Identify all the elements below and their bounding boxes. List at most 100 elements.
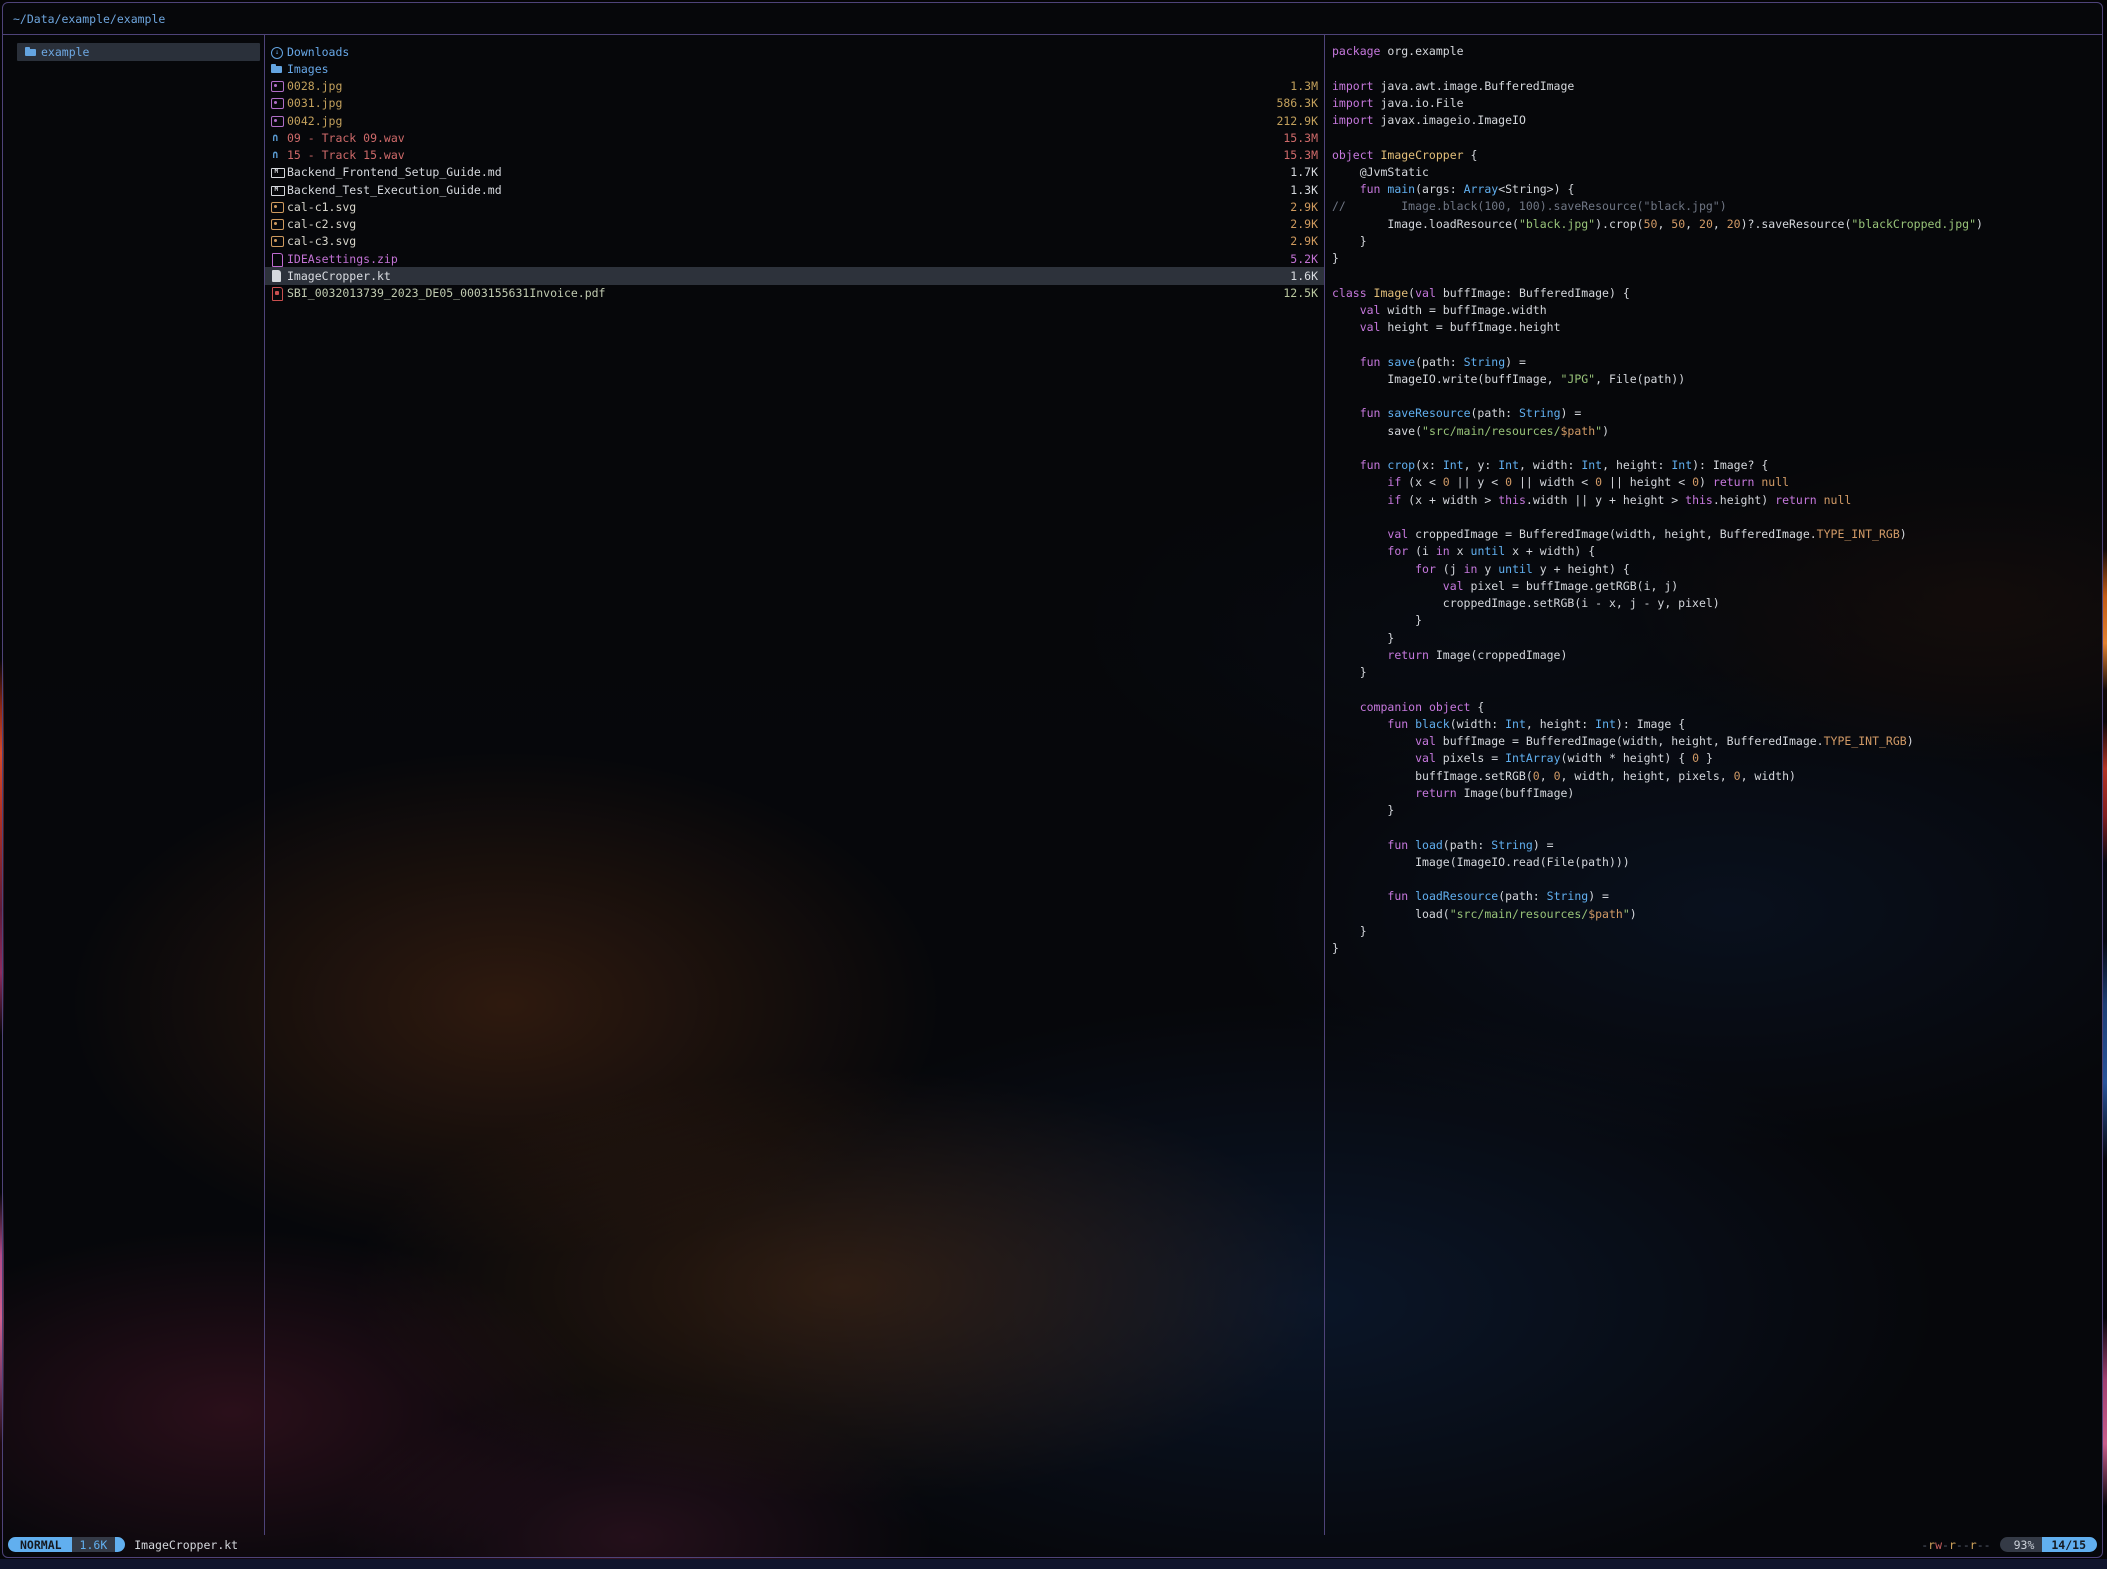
code-line: Image.loadResource("black.jpg").crop(50,… <box>1332 216 2098 233</box>
file-row[interactable]: Backend_Frontend_Setup_Guide.md 1.7K <box>265 164 1324 181</box>
code-line: ImageIO.write(buffImage, "JPG", File(pat… <box>1332 371 2098 388</box>
code-line: } <box>1332 630 2098 647</box>
status-filename: ImageCropper.kt <box>134 1538 238 1552</box>
file-row[interactable]: 15 - Track 15.wav15.3M <box>265 147 1324 164</box>
panes: example DownloadsImages0028.jpg1.3M0031.… <box>3 35 2102 1535</box>
file-name: Backend_Test_Execution_Guide.md <box>287 183 502 197</box>
code-line: companion object { <box>1332 699 2098 716</box>
file-row[interactable]: Images <box>265 60 1324 77</box>
file-name: 15 - Track 15.wav <box>287 148 405 162</box>
code-line <box>1332 871 2098 888</box>
file-name: 0042.jpg <box>287 114 342 128</box>
tree-item-label: example <box>41 45 89 59</box>
code-line: } <box>1332 250 2098 267</box>
file-row[interactable]: Backend_Test_Execution_Guide.md 1.3K <box>265 181 1324 198</box>
code-line: @JvmStatic <box>1332 164 2098 181</box>
audio-icon <box>271 149 287 161</box>
file-size: 2.9K <box>1282 234 1318 248</box>
code-line: val pixel = buffImage.getRGB(i, j) <box>1332 578 2098 595</box>
file-size: 1.3K <box>1282 183 1318 197</box>
code-line: load("src/main/resources/$path") <box>1332 906 2098 923</box>
markdown-icon <box>271 184 287 196</box>
preview-pane[interactable]: package org.example import java.awt.imag… <box>1325 35 2102 1535</box>
code-line: import javax.imageio.ImageIO <box>1332 112 2098 129</box>
file-row[interactable]: Downloads <box>265 43 1324 60</box>
code-line: object ImageCropper { <box>1332 147 2098 164</box>
file-row[interactable]: 09 - Track 09.wav 15.3M <box>265 129 1324 146</box>
parent-pane[interactable]: example <box>3 35 265 1535</box>
file-size: 586.3K <box>1268 96 1318 110</box>
code-line: } <box>1332 940 2098 957</box>
file-size: 2.9K <box>1282 200 1318 214</box>
file-row[interactable]: ImageCropper.kt1.6K <box>265 267 1324 284</box>
wallpaper-edge-right <box>2103 0 2107 1569</box>
file-name: IDEAsettings.zip <box>287 252 398 266</box>
file-row[interactable]: cal-c3.svg 2.9K <box>265 233 1324 250</box>
file-size-badge: 1.6K <box>72 1537 116 1552</box>
position-pill: 93% 14/15 <box>2000 1537 2097 1552</box>
code-line: import java.io.File <box>1332 95 2098 112</box>
image-icon <box>271 235 287 247</box>
code-line: val croppedImage = BufferedImage(width, … <box>1332 526 2098 543</box>
markdown-icon <box>271 166 287 178</box>
mode-pill: NORMAL 1.6K <box>8 1537 125 1552</box>
screen: ~/Data/example/example example Downloads… <box>0 0 2107 1569</box>
tree-item[interactable]: example <box>17 43 260 61</box>
audio-icon <box>271 132 287 144</box>
image-icon <box>271 97 287 109</box>
code-line <box>1332 819 2098 836</box>
file-name: 09 - Track 09.wav <box>287 131 405 145</box>
file-row[interactable]: cal-c2.svg2.9K <box>265 216 1324 233</box>
file-size: 12.5K <box>1275 286 1318 300</box>
code-line: if (x < 0 || y < 0 || width < 0 || heigh… <box>1332 474 2098 491</box>
file-size: 15.3M <box>1275 131 1318 145</box>
title-bar: ~/Data/example/example <box>3 3 2102 35</box>
image-icon <box>271 115 287 127</box>
code-line: } <box>1332 664 2098 681</box>
code-line: if (x + width > this.width || y + height… <box>1332 492 2098 509</box>
file-row[interactable]: cal-c1.svg2.9K <box>265 198 1324 215</box>
file-size: 1.6K <box>1282 269 1318 283</box>
image-icon <box>271 80 287 92</box>
breadcrumb-path: ~/Data/example/example <box>13 12 165 26</box>
code-line: fun loadResource(path: String) = <box>1332 888 2098 905</box>
file-size: 1.3M <box>1282 79 1318 93</box>
file-row[interactable]: 0042.jpg 212.9K <box>265 112 1324 129</box>
position-indicator: 14/15 <box>2042 1537 2097 1552</box>
pdf-icon <box>271 287 287 299</box>
code-line <box>1332 681 2098 698</box>
file-size: 212.9K <box>1268 114 1318 128</box>
file-size: 1.7K <box>1282 165 1318 179</box>
pill-cap-icon <box>2000 1537 2010 1552</box>
code-line: fun load(path: String) = <box>1332 837 2098 854</box>
code-line: val width = buffImage.width <box>1332 302 2098 319</box>
image-icon <box>271 218 287 230</box>
file-name: 0031.jpg <box>287 96 342 110</box>
image-icon <box>271 201 287 213</box>
code-line: } <box>1332 612 2098 629</box>
code-line: Image(ImageIO.read(File(path))) <box>1332 854 2098 871</box>
code-line: // Image.black(100, 100).saveResource("b… <box>1332 198 2098 215</box>
file-list[interactable]: DownloadsImages0028.jpg1.3M0031.jpg 586.3… <box>265 35 1325 1535</box>
download-icon <box>271 46 287 58</box>
file-row[interactable]: 0031.jpg 586.3K <box>265 95 1324 112</box>
code-line: fun crop(x: Int, y: Int, width: Int, hei… <box>1332 457 2098 474</box>
file-row[interactable]: IDEAsettings.zip 5.2K <box>265 250 1324 267</box>
progress-percent: 93% <box>2010 1537 2043 1552</box>
file-size: 5.2K <box>1282 252 1318 266</box>
code-line <box>1332 267 2098 284</box>
file-name: cal-c3.svg <box>287 234 356 248</box>
code-line: package org.example <box>1332 43 2098 60</box>
terminal-window: ~/Data/example/example example Downloads… <box>2 2 2103 1558</box>
status-bar: NORMAL 1.6K ImageCropper.kt -rw-r--r-- 9… <box>3 1535 2102 1557</box>
file-row[interactable]: SBI_0032013739_2023_DE05_0003155631Invoi… <box>265 285 1324 302</box>
file-name: Backend_Frontend_Setup_Guide.md <box>287 165 502 179</box>
code-line: croppedImage.setRGB(i - x, j - y, pixel) <box>1332 595 2098 612</box>
file-row[interactable]: 0028.jpg1.3M <box>265 78 1324 95</box>
code-line: fun save(path: String) = <box>1332 354 2098 371</box>
code-line: val buffImage = BufferedImage(width, hei… <box>1332 733 2098 750</box>
archive-icon <box>271 253 287 265</box>
code-line: class Image(val buffImage: BufferedImage… <box>1332 285 2098 302</box>
bottom-strip <box>0 1559 2107 1569</box>
code-line: fun main(args: Array<String>) { <box>1332 181 2098 198</box>
